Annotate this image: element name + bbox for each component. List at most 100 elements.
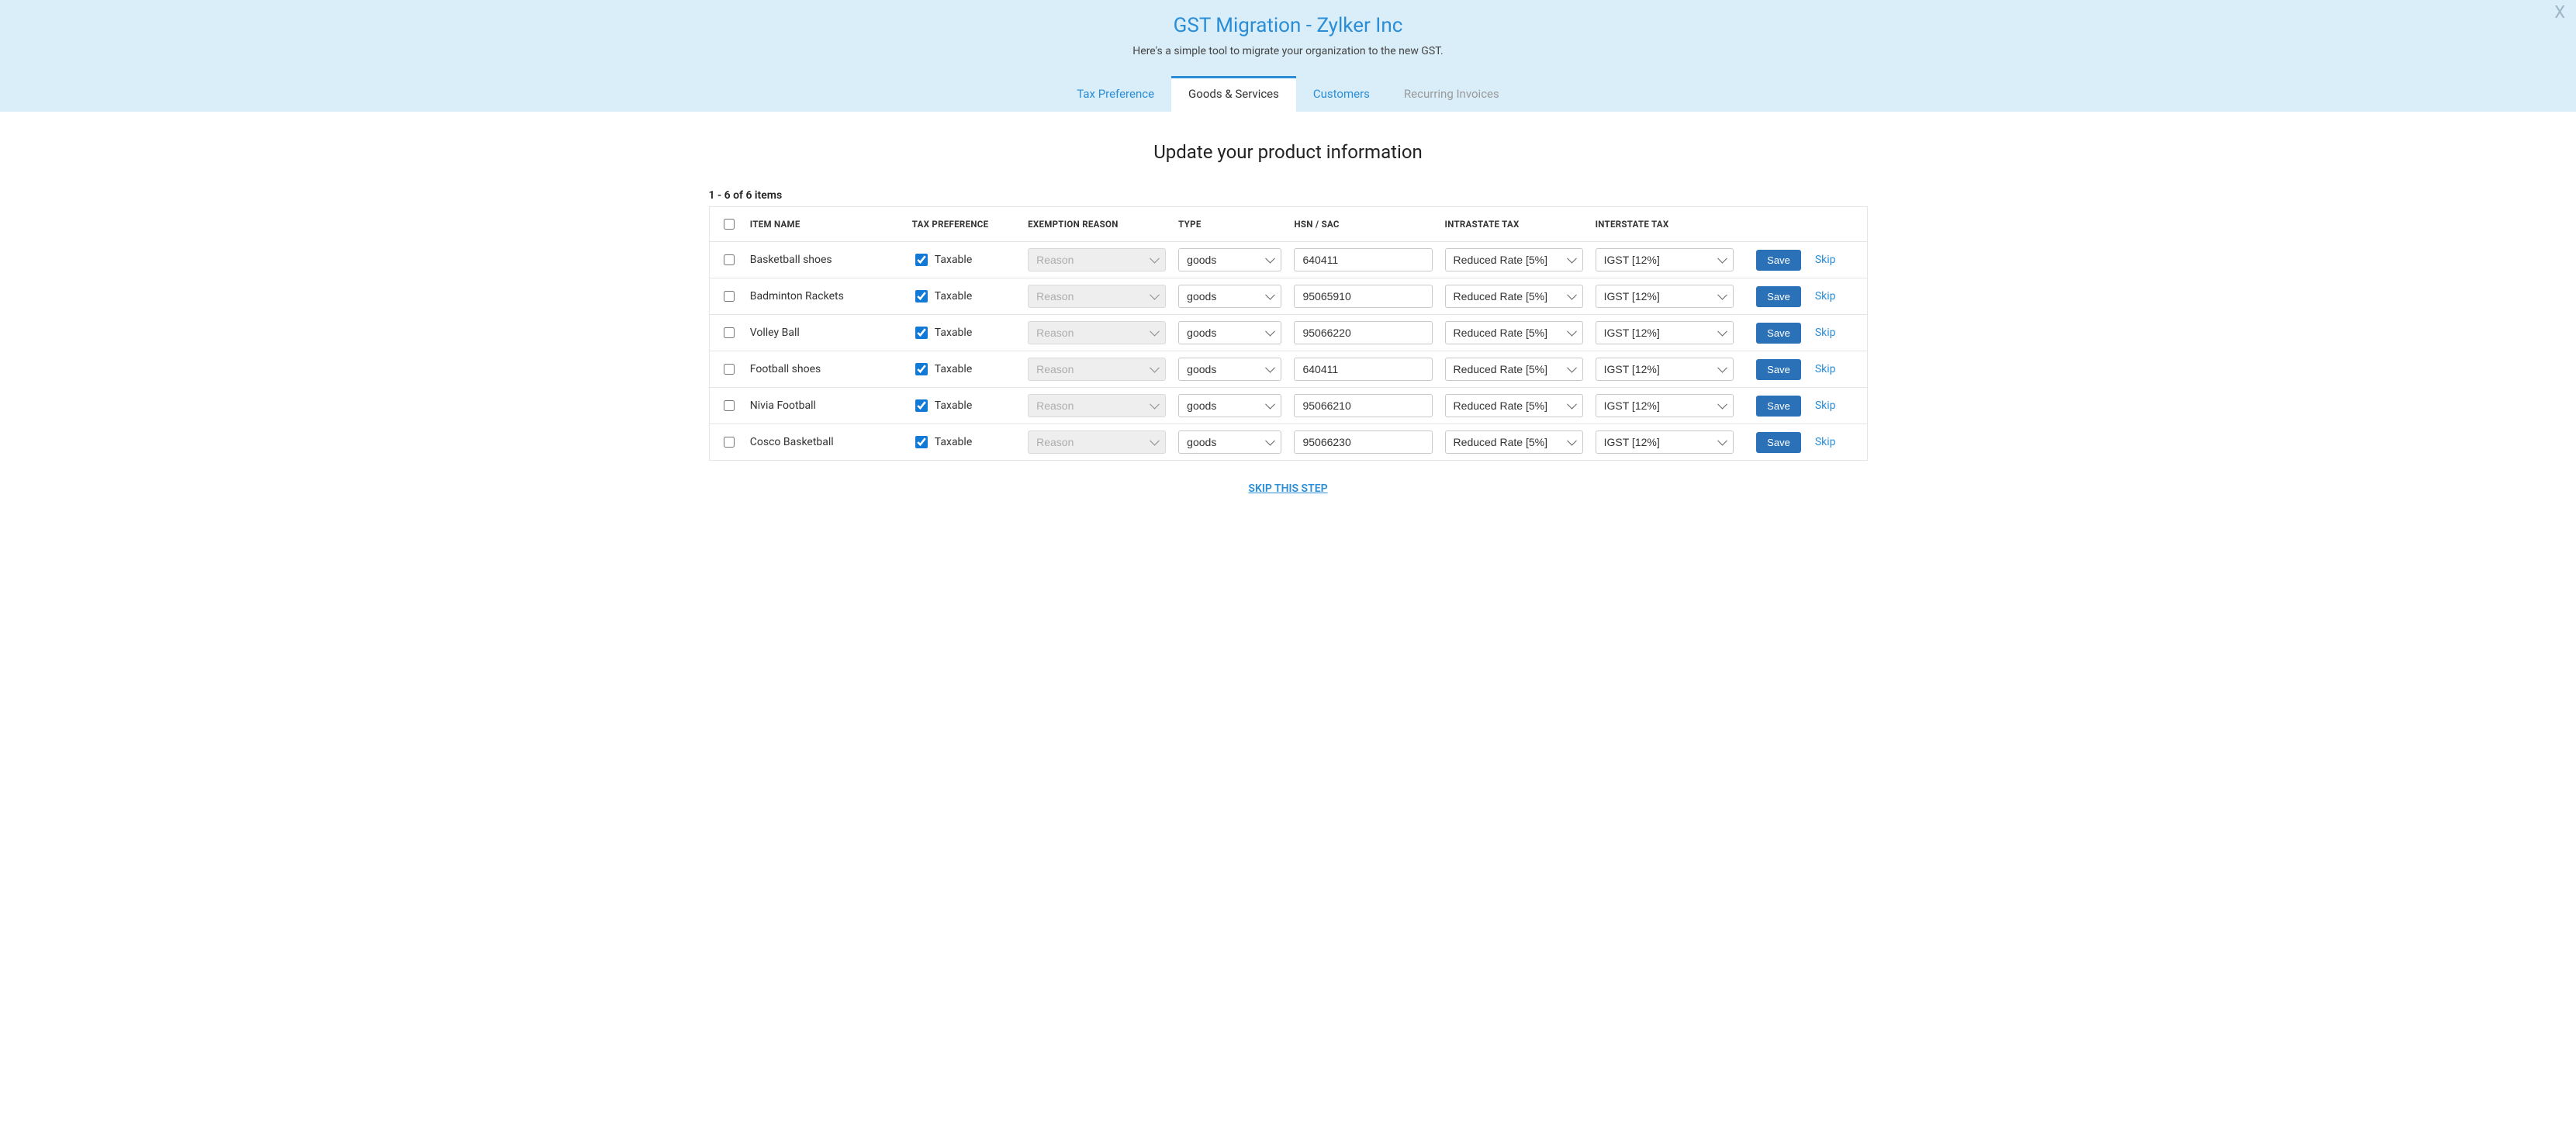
- taxable-label: Taxable: [935, 399, 972, 412]
- exemption-reason-select: Reason: [1028, 430, 1166, 454]
- skip-link[interactable]: Skip: [1815, 436, 1836, 448]
- exemption-reason-select: Reason: [1028, 285, 1166, 308]
- taxable-toggle[interactable]: Taxable: [912, 324, 972, 341]
- taxable-label: Taxable: [935, 327, 972, 339]
- intrastate-tax-select[interactable]: Reduced Rate [5%]: [1445, 430, 1583, 454]
- skip-link[interactable]: Skip: [1815, 327, 1836, 339]
- taxable-toggle[interactable]: Taxable: [912, 288, 972, 305]
- section-title: Update your product information: [709, 141, 1868, 163]
- col-hsn-sac: HSN / SAC: [1288, 207, 1438, 242]
- col-actions: [1740, 207, 1867, 242]
- interstate-tax-select[interactable]: IGST [12%]: [1596, 285, 1734, 308]
- hsn-sac-input[interactable]: [1294, 285, 1432, 308]
- item-name-text: Basketball shoes: [750, 254, 832, 266]
- row-select-checkbox[interactable]: [724, 364, 735, 375]
- table-row: Cosco Basketball Taxable Reason goods: [709, 424, 1867, 461]
- row-select-checkbox[interactable]: [724, 291, 735, 302]
- taxable-label: Taxable: [935, 254, 972, 266]
- save-button[interactable]: Save: [1756, 396, 1801, 417]
- intrastate-tax-select[interactable]: Reduced Rate [5%]: [1445, 321, 1583, 344]
- taxable-toggle[interactable]: Taxable: [912, 397, 972, 414]
- col-interstate-tax: INTERSTATE TAX: [1589, 207, 1740, 242]
- close-icon[interactable]: X: [2554, 5, 2565, 22]
- table-row: Badminton Rackets Taxable Reason goods: [709, 278, 1867, 315]
- col-item-name: ITEM NAME: [744, 207, 906, 242]
- skip-link[interactable]: Skip: [1815, 399, 1836, 412]
- save-button[interactable]: Save: [1756, 323, 1801, 344]
- save-button[interactable]: Save: [1756, 286, 1801, 307]
- taxable-label: Taxable: [935, 363, 972, 375]
- type-select[interactable]: goods: [1178, 285, 1281, 308]
- taxable-checkbox[interactable]: [915, 363, 928, 375]
- taxable-toggle[interactable]: Taxable: [912, 361, 972, 378]
- interstate-tax-select[interactable]: IGST [12%]: [1596, 321, 1734, 344]
- taxable-toggle[interactable]: Taxable: [912, 434, 972, 451]
- table-row: Nivia Football Taxable Reason goods: [709, 388, 1867, 424]
- intrastate-tax-select[interactable]: Reduced Rate [5%]: [1445, 358, 1583, 381]
- table-row: Football shoes Taxable Reason goods: [709, 351, 1867, 388]
- hsn-sac-input[interactable]: [1294, 394, 1432, 417]
- taxable-toggle[interactable]: Taxable: [912, 251, 972, 268]
- hsn-sac-input[interactable]: [1294, 248, 1432, 271]
- tab-customers[interactable]: Customers: [1296, 76, 1387, 112]
- table-row: Basketball shoes Taxable Reason goods: [709, 242, 1867, 278]
- exemption-reason-select: Reason: [1028, 248, 1166, 271]
- save-button[interactable]: Save: [1756, 359, 1801, 380]
- col-tax-preference: TAX PREFERENCE: [906, 207, 1022, 242]
- intrastate-tax-select[interactable]: Reduced Rate [5%]: [1445, 285, 1583, 308]
- row-select-checkbox[interactable]: [724, 437, 735, 448]
- row-select-checkbox[interactable]: [724, 327, 735, 338]
- skip-link[interactable]: Skip: [1815, 254, 1836, 266]
- item-count-label: 1 - 6 of 6 items: [709, 189, 1868, 202]
- taxable-checkbox[interactable]: [915, 436, 928, 448]
- item-name-text: Nivia Football: [750, 399, 816, 412]
- row-select-checkbox[interactable]: [724, 400, 735, 411]
- hsn-sac-input[interactable]: [1294, 358, 1432, 381]
- col-exemption-reason: EXEMPTION REASON: [1022, 207, 1172, 242]
- exemption-reason-select: Reason: [1028, 321, 1166, 344]
- taxable-checkbox[interactable]: [915, 254, 928, 266]
- item-name-text: Volley Ball: [750, 327, 800, 339]
- type-select[interactable]: goods: [1178, 358, 1281, 381]
- page-title: GST Migration - Zylker Inc: [0, 14, 2576, 37]
- save-button[interactable]: Save: [1756, 432, 1801, 453]
- taxable-label: Taxable: [935, 436, 972, 448]
- row-select-checkbox[interactable]: [724, 254, 735, 265]
- interstate-tax-select[interactable]: IGST [12%]: [1596, 358, 1734, 381]
- save-button[interactable]: Save: [1756, 250, 1801, 271]
- type-select[interactable]: goods: [1178, 394, 1281, 417]
- tab-recurring-invoices: Recurring Invoices: [1387, 76, 1516, 112]
- type-select[interactable]: goods: [1178, 248, 1281, 271]
- taxable-checkbox[interactable]: [915, 399, 928, 412]
- col-intrastate-tax: INTRASTATE TAX: [1439, 207, 1589, 242]
- intrastate-tax-select[interactable]: Reduced Rate [5%]: [1445, 394, 1583, 417]
- select-all-checkbox[interactable]: [724, 219, 735, 230]
- tab-tax-preference[interactable]: Tax Preference: [1060, 76, 1171, 112]
- hsn-sac-input[interactable]: [1294, 430, 1432, 454]
- table-row: Volley Ball Taxable Reason goods: [709, 315, 1867, 351]
- col-type: TYPE: [1172, 207, 1288, 242]
- intrastate-tax-select[interactable]: Reduced Rate [5%]: [1445, 248, 1583, 271]
- type-select[interactable]: goods: [1178, 430, 1281, 454]
- skip-link[interactable]: Skip: [1815, 290, 1836, 303]
- items-table: ITEM NAME TAX PREFERENCE EXEMPTION REASO…: [709, 206, 1868, 461]
- page-subtitle: Here's a simple tool to migrate your org…: [0, 45, 2576, 57]
- table-header-row: ITEM NAME TAX PREFERENCE EXEMPTION REASO…: [709, 207, 1867, 242]
- hsn-sac-input[interactable]: [1294, 321, 1432, 344]
- taxable-checkbox[interactable]: [915, 290, 928, 303]
- interstate-tax-select[interactable]: IGST [12%]: [1596, 430, 1734, 454]
- skip-link[interactable]: Skip: [1815, 363, 1836, 375]
- skip-this-step-link[interactable]: SKIP THIS STEP: [709, 482, 1868, 495]
- tab-goods-services[interactable]: Goods & Services: [1171, 76, 1296, 112]
- type-select[interactable]: goods: [1178, 321, 1281, 344]
- item-name-text: Cosco Basketball: [750, 436, 834, 448]
- taxable-label: Taxable: [935, 290, 972, 303]
- tab-bar: Tax PreferenceGoods & ServicesCustomersR…: [0, 76, 2576, 112]
- taxable-checkbox[interactable]: [915, 327, 928, 339]
- exemption-reason-select: Reason: [1028, 394, 1166, 417]
- interstate-tax-select[interactable]: IGST [12%]: [1596, 248, 1734, 271]
- exemption-reason-select: Reason: [1028, 358, 1166, 381]
- item-name-text: Football shoes: [750, 363, 821, 375]
- interstate-tax-select[interactable]: IGST [12%]: [1596, 394, 1734, 417]
- page-header: X GST Migration - Zylker Inc Here's a si…: [0, 0, 2576, 112]
